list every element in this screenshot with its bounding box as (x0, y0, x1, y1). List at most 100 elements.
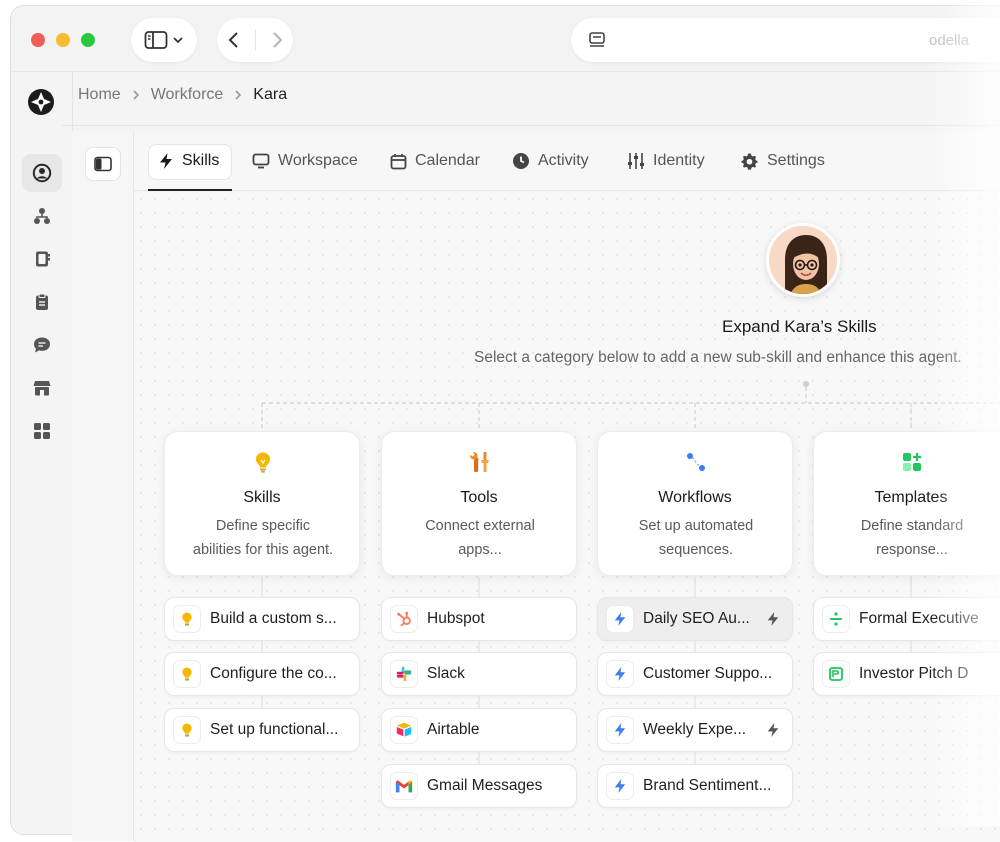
chat-bubble-icon (34, 337, 50, 353)
tab-label: Workspace (278, 152, 358, 169)
rail-item-agents[interactable] (22, 154, 62, 192)
page-heading: Expand Kara’s Skills (722, 317, 877, 336)
nav-divider (254, 30, 256, 50)
gmail-icon (390, 772, 418, 800)
bolt-icon (606, 772, 634, 800)
breadcrumb: Home Workforce Kara (78, 86, 287, 104)
lightbulb-icon (173, 660, 201, 688)
rail-item-clipboard[interactable] (22, 283, 62, 321)
tab-bar: Skills Workspace Calendar Activity Ident… (134, 131, 1000, 191)
tab-settings[interactable]: Settings (740, 131, 825, 191)
breadcrumb-item-current: Kara (253, 86, 288, 103)
panel-toggle-button[interactable] (85, 147, 121, 181)
tool-item-hubspot[interactable]: Hubspot (381, 597, 577, 641)
minimize-window-button[interactable] (56, 33, 70, 47)
panel-left-icon (94, 156, 112, 172)
sidebar-icon (144, 31, 168, 49)
item-label: Formal Executive (859, 610, 979, 627)
category-card-skills[interactable]: Skills Define specific abilities for thi… (164, 431, 360, 576)
chevron-right-icon (133, 90, 139, 100)
tab-label: Calendar (415, 152, 480, 169)
grid-icon (34, 423, 50, 439)
item-label: Investor Pitch D (859, 665, 969, 682)
bolt-icon (606, 660, 634, 688)
workflow-item[interactable]: Customer Suppo... (597, 652, 793, 696)
lightbulb-icon (173, 716, 201, 744)
card-description: Define specific abilities for this agent… (192, 518, 334, 558)
tool-item-airtable[interactable]: Airtable (381, 708, 577, 752)
clock-icon (513, 153, 529, 169)
rail-item-store[interactable] (22, 369, 62, 407)
skill-item[interactable]: Set up functional... (164, 708, 360, 752)
item-label: Weekly Expe... (643, 721, 747, 738)
card-title: Templates (874, 489, 948, 506)
tab-calendar[interactable]: Calendar (390, 131, 480, 191)
breadcrumb-item-home[interactable]: Home (78, 86, 121, 104)
reader-icon (589, 32, 605, 47)
airtable-icon (390, 716, 418, 744)
category-card-templates[interactable]: Templates Define standard response... (813, 431, 1000, 576)
workflow-item[interactable]: Brand Sentiment... (597, 764, 793, 808)
card-description: Connect external apps... (425, 518, 535, 558)
back-arrow-icon[interactable] (227, 30, 241, 50)
user-circle-icon (32, 163, 52, 183)
card-title: Skills (243, 489, 281, 506)
address-bar[interactable]: odella (571, 18, 1000, 62)
sliders-icon (628, 153, 644, 169)
skill-item[interactable]: Build a custom s... (164, 597, 360, 641)
rail-item-apps[interactable] (22, 412, 62, 450)
rail-item-org[interactable] (22, 197, 62, 235)
bolt-icon (606, 605, 634, 633)
chevron-right-icon (235, 90, 242, 100)
slack-icon (390, 660, 418, 688)
rail-item-notebook[interactable] (22, 240, 62, 278)
item-label: Build a custom s... (210, 610, 337, 627)
sidebar-toggle-button[interactable] (131, 18, 197, 62)
card-title: Workflows (658, 489, 732, 506)
forward-arrow-icon[interactable] (270, 30, 284, 50)
app-rail (11, 72, 73, 834)
skill-item[interactable]: Configure the co... (164, 652, 360, 696)
item-label: Configure the co... (210, 665, 337, 682)
tab-identity[interactable]: Identity (627, 131, 705, 191)
card-title: Tools (460, 489, 498, 506)
category-card-workflows[interactable]: Workflows Set up automated sequences. (597, 431, 793, 576)
tab-label: Settings (767, 152, 825, 169)
breadcrumb-item-workforce[interactable]: Workforce (151, 86, 224, 104)
maximize-window-button[interactable] (81, 33, 95, 47)
app-logo-icon[interactable] (27, 88, 55, 116)
template-item[interactable]: Formal Executive (813, 597, 1000, 641)
workflow-icon (687, 453, 705, 471)
bolt-icon (606, 716, 634, 744)
tab-workspace[interactable]: Workspace (252, 131, 358, 191)
tab-label: Skills (182, 152, 220, 169)
divide-icon (822, 605, 850, 633)
rail-item-chat[interactable] (22, 326, 62, 364)
page-subheading: Select a category below to add a new sub… (474, 349, 962, 366)
tab-skills[interactable]: Skills (158, 131, 219, 191)
clipboard-icon (36, 293, 48, 310)
run-bolt-icon[interactable] (766, 611, 780, 627)
run-bolt-icon[interactable] (766, 722, 780, 738)
workflow-item[interactable]: Weekly Expe... (597, 708, 793, 752)
tool-item-gmail[interactable]: Gmail Messages (381, 764, 577, 808)
header-divider (62, 125, 1000, 126)
category-card-tools[interactable]: Tools Connect external apps... (381, 431, 577, 576)
history-nav (217, 18, 293, 62)
template-icon (903, 453, 921, 471)
card-description: Set up automated sequences. (638, 518, 754, 558)
title-bar: odella (11, 6, 1000, 72)
tab-label: Activity (538, 152, 589, 169)
secondary-sidebar (72, 131, 134, 841)
item-label: Brand Sentiment... (643, 777, 772, 794)
tab-activity[interactable]: Activity (512, 131, 589, 191)
template-item[interactable]: Investor Pitch D (813, 652, 1000, 696)
address-text: odella (929, 32, 970, 49)
agent-avatar (766, 223, 840, 297)
close-window-button[interactable] (31, 33, 45, 47)
tool-item-slack[interactable]: Slack (381, 652, 577, 696)
storefront-icon (33, 381, 51, 396)
workflow-item[interactable]: Daily SEO Au... (597, 597, 793, 641)
item-label: Airtable (427, 721, 480, 738)
hubspot-icon (390, 605, 418, 633)
